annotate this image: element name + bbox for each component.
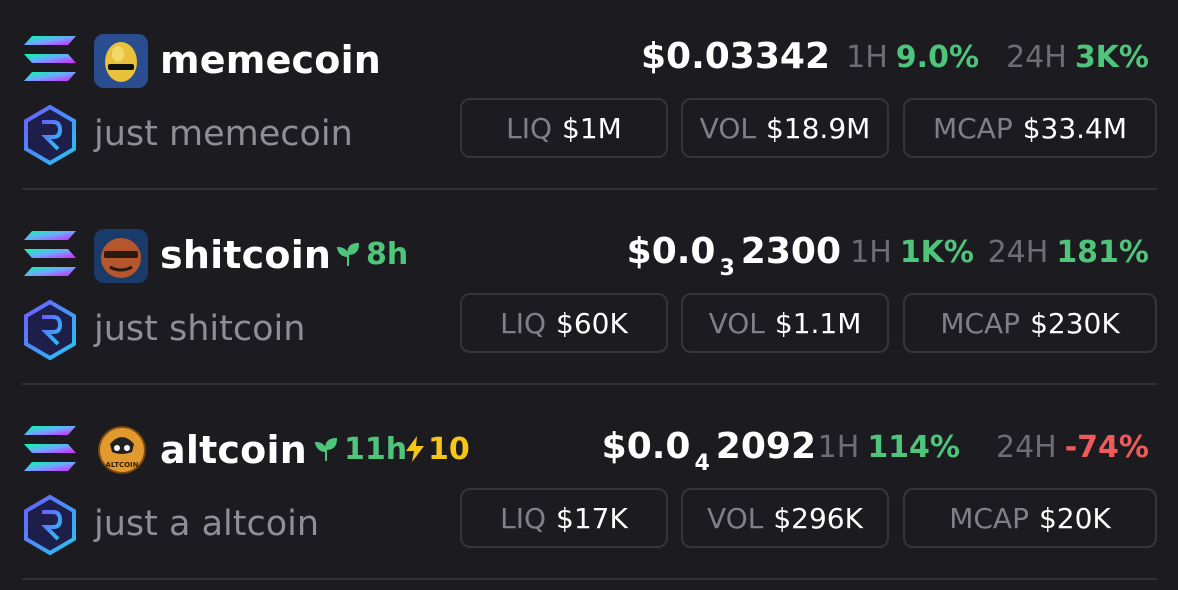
- token-boost: 10: [404, 432, 470, 467]
- change-24h: 24H -74%: [996, 430, 1149, 465]
- token-row-shitcoin[interactable]: shitcoin 8h $0.0 3 2300 1H 1K% 24H 181% just…: [0, 195, 1178, 390]
- raydium-icon: [24, 494, 76, 556]
- price-zero-count: 3: [719, 256, 735, 281]
- row-divider: [22, 188, 1157, 190]
- liq-label: LIQ: [500, 306, 547, 340]
- mcap-value: $33.4M: [1022, 111, 1128, 145]
- mcap-label: MCAP: [940, 306, 1021, 340]
- raydium-icon: [24, 299, 76, 361]
- volume-pill: VOL $18.9M: [681, 98, 889, 158]
- change-1h-value: 9.0%: [895, 40, 979, 75]
- change-24h-label: 24H: [987, 235, 1049, 270]
- shitcoin-avatar-icon: [94, 229, 148, 283]
- token-row-altcoin[interactable]: ALTCOIN altcoin 11h 10 $0.0 4 2092 1H 114% …: [0, 390, 1178, 585]
- vol-label: VOL: [707, 501, 764, 535]
- change-1h-label: 1H: [817, 430, 860, 465]
- price-value: $0.0: [626, 231, 716, 272]
- liquidity-pill: LIQ $60K: [460, 293, 668, 353]
- price-value: $0.03342: [640, 36, 830, 77]
- token-list: memecoin $0.03342 1H 9.0% 24H 3K% just mem…: [0, 0, 1178, 590]
- volume-pill: VOL $1.1M: [681, 293, 889, 353]
- token-price: $0.03342: [641, 36, 830, 77]
- liq-value: $60K: [556, 306, 628, 340]
- mcap-label: MCAP: [949, 501, 1029, 535]
- vol-label: VOL: [708, 306, 765, 340]
- altcoin-avatar-icon: ALTCOIN: [98, 426, 146, 474]
- token-name: altcoin: [160, 428, 307, 472]
- change-1h: 1H 1K%: [850, 235, 974, 270]
- mcap-value: $230K: [1030, 306, 1120, 340]
- change-1h-value: 114%: [867, 430, 960, 465]
- price-value: $0.0: [601, 426, 691, 467]
- change-24h-label: 24H: [1006, 40, 1067, 75]
- sprout-icon: [336, 242, 360, 266]
- change-24h: 24H 181%: [988, 235, 1149, 270]
- vol-value: $18.9M: [765, 111, 871, 145]
- token-age: 11h: [312, 432, 407, 467]
- mcap-label: MCAP: [932, 111, 1013, 145]
- change-24h-value: 181%: [1056, 235, 1149, 270]
- vol-value: $1.1M: [774, 306, 862, 340]
- raydium-icon: [24, 104, 76, 166]
- liquidity-pill: LIQ $1M: [460, 98, 668, 158]
- liquidity-pill: LIQ $17K: [460, 488, 668, 548]
- mcap-value: $20K: [1038, 501, 1111, 535]
- change-24h: 24H 3K%: [1006, 40, 1149, 75]
- market-cap-pill: MCAP $230K: [903, 293, 1157, 353]
- price-significant-digits: 2092: [715, 426, 816, 467]
- liq-value: $17K: [556, 501, 628, 535]
- change-1h-value: 1K%: [899, 235, 974, 270]
- change-24h-value: 3K%: [1074, 40, 1149, 75]
- liq-value: $1M: [562, 111, 622, 145]
- token-price: $0.0 4 2092: [602, 426, 816, 476]
- token-description: just shitcoin: [94, 309, 306, 349]
- change-1h: 1H 114%: [818, 430, 960, 465]
- lightning-icon: [406, 436, 424, 462]
- volume-pill: VOL $296K: [681, 488, 889, 548]
- token-row-memecoin[interactable]: memecoin $0.03342 1H 9.0% 24H 3K% just mem…: [0, 0, 1178, 195]
- token-age-value: 8h: [366, 237, 409, 272]
- change-1h-label: 1H: [850, 235, 892, 270]
- avatar-text: ALTCOIN: [105, 461, 138, 469]
- token-description: just a altcoin: [94, 504, 320, 544]
- solana-icon: [24, 231, 76, 276]
- token-boost-value: 10: [428, 432, 470, 467]
- token-description: just memecoin: [94, 114, 353, 154]
- token-name: shitcoin: [160, 233, 332, 277]
- liq-label: LIQ: [500, 501, 547, 535]
- row-divider: [22, 578, 1157, 580]
- change-1h-label: 1H: [846, 40, 888, 75]
- vol-value: $296K: [773, 501, 863, 535]
- memecoin-avatar-icon: [94, 34, 148, 88]
- token-price: $0.0 3 2300: [627, 231, 841, 281]
- token-age-value: 11h: [344, 432, 408, 467]
- market-cap-pill: MCAP $33.4M: [903, 98, 1157, 158]
- price-significant-digits: 2300: [740, 231, 841, 272]
- row-divider: [22, 383, 1157, 385]
- change-24h-label: 24H: [996, 430, 1057, 465]
- solana-icon: [24, 36, 76, 81]
- vol-label: VOL: [699, 111, 756, 145]
- price-zero-count: 4: [694, 451, 710, 476]
- change-24h-value: -74%: [1064, 430, 1149, 465]
- solana-icon: [24, 426, 76, 471]
- liq-label: LIQ: [506, 111, 553, 145]
- token-name: memecoin: [160, 38, 382, 82]
- sprout-icon: [314, 437, 338, 461]
- token-age: 8h: [334, 237, 408, 272]
- market-cap-pill: MCAP $20K: [903, 488, 1157, 548]
- change-1h: 1H 9.0%: [846, 40, 979, 75]
